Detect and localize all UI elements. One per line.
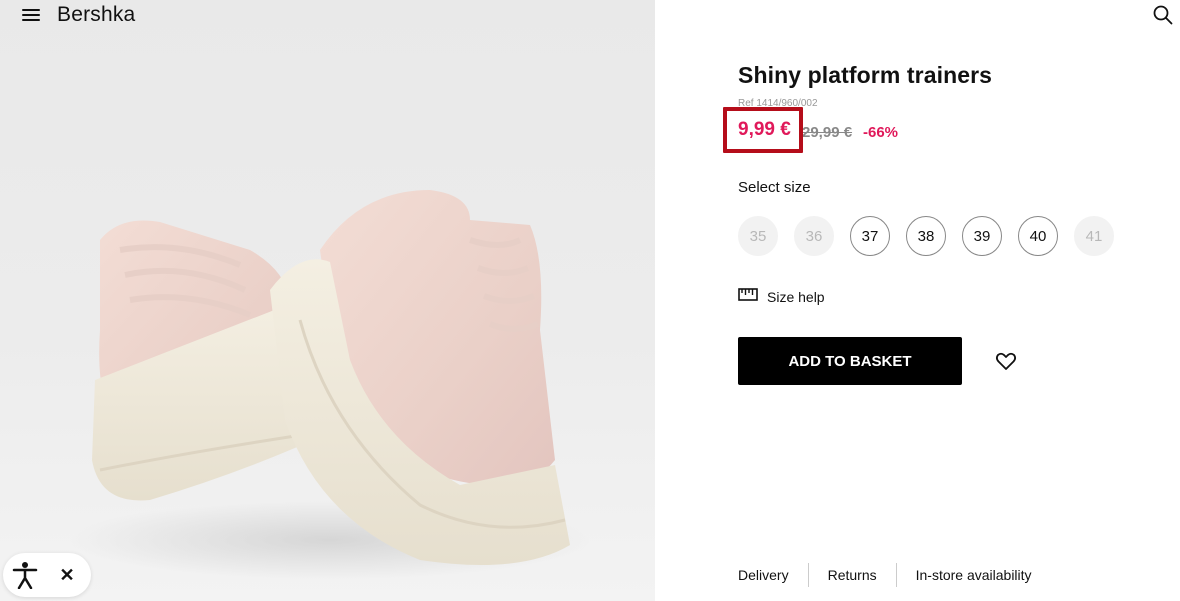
heart-icon[interactable] — [994, 349, 1018, 373]
accessibility-icon[interactable] — [3, 553, 47, 597]
divider — [807, 563, 809, 587]
size-option[interactable]: 35 — [738, 216, 778, 256]
delivery-link[interactable]: Delivery — [738, 567, 789, 583]
size-selector: 35 36 37 38 39 40 41 — [738, 216, 1114, 256]
brand-logo[interactable]: Bershka — [57, 3, 135, 27]
discount-badge: -66% — [863, 124, 899, 141]
ruler-icon — [738, 286, 758, 307]
size-help-link[interactable]: Size help — [738, 286, 825, 307]
price-highlight-box — [723, 107, 803, 153]
size-option[interactable]: 41 — [1074, 216, 1114, 256]
product-image — [0, 0, 655, 601]
size-help-label: Size help — [767, 288, 825, 305]
search-icon[interactable] — [1152, 4, 1174, 26]
size-option[interactable]: 38 — [906, 216, 946, 256]
size-option[interactable]: 36 — [794, 216, 834, 256]
product-title: Shiny platform trainers — [738, 62, 993, 88]
in-store-availability-link[interactable]: In-store availability — [916, 567, 1032, 583]
close-icon[interactable]: ✕ — [47, 553, 87, 597]
size-option[interactable]: 39 — [962, 216, 1002, 256]
size-option[interactable]: 37 — [850, 216, 890, 256]
select-size-label: Select size — [738, 179, 811, 196]
add-to-basket-button[interactable]: ADD TO BASKET — [738, 337, 962, 385]
product-info-links: Delivery Returns In-store availability — [738, 562, 1032, 588]
divider — [895, 563, 897, 587]
product-photo-trainers — [70, 190, 590, 580]
returns-link[interactable]: Returns — [828, 567, 877, 583]
original-price: 29,99 € — [802, 124, 853, 141]
hamburger-menu-icon[interactable] — [22, 6, 40, 24]
accessibility-widget: ✕ — [3, 553, 91, 597]
size-option[interactable]: 40 — [1018, 216, 1058, 256]
